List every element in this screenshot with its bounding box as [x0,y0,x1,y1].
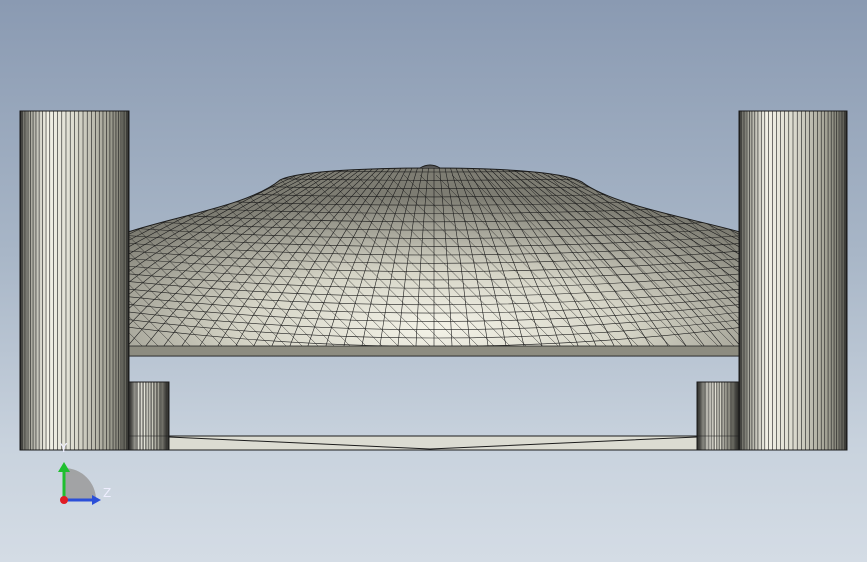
left-block[interactable] [127,381,170,451]
z-axis-label: Z [103,486,111,500]
triad-quadrant-shade [64,468,96,500]
coordinate-triad: Y Z [58,441,111,505]
y-axis-label: Y [59,441,68,455]
right-cylinder[interactable] [738,110,848,451]
dome-mesh-diagonal [0,175,8,356]
model-scene[interactable]: Y Z [0,0,867,562]
dome-rim [127,345,741,357]
z-arrow-head [92,495,101,505]
dome-apex [419,164,441,169]
dome-canopy[interactable] [0,164,867,357]
y-arrow-head [58,462,70,472]
left-cylinder[interactable] [19,110,130,451]
dome-mesh-diagonal [852,175,867,356]
x-axis-dot [60,496,68,504]
base-plate[interactable] [127,435,740,451]
right-block[interactable] [696,381,740,451]
3d-viewport[interactable]: Y Z [0,0,867,562]
